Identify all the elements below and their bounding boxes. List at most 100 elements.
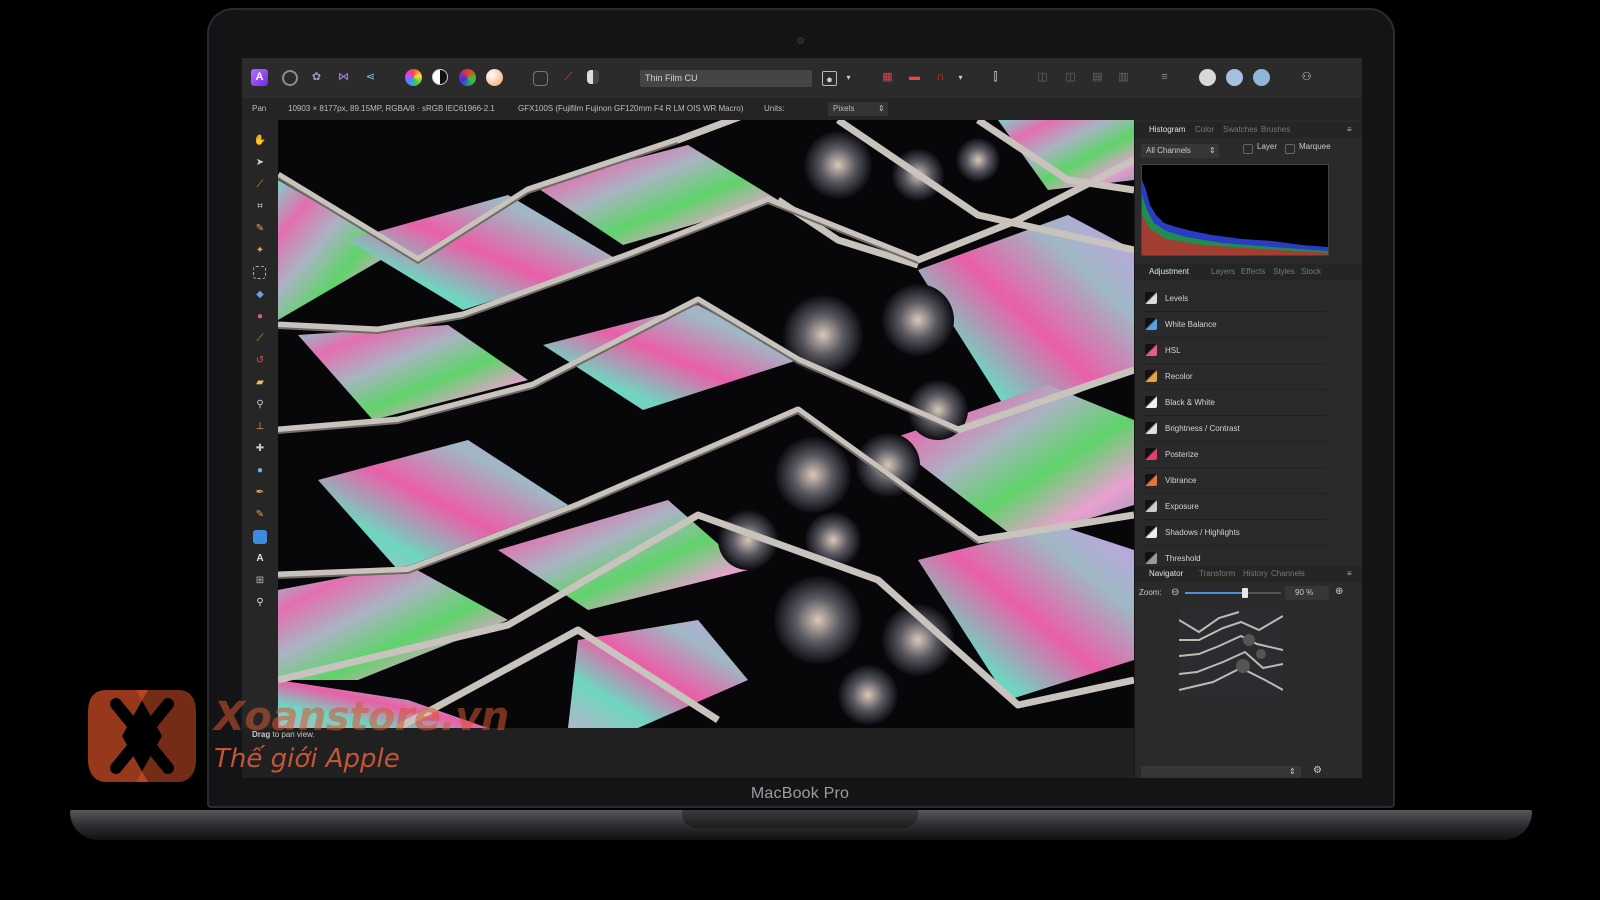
- tab-stock[interactable]: Stock: [1301, 264, 1321, 280]
- boolean-subtract-icon[interactable]: [1226, 69, 1243, 86]
- adjustment-thumbnail-icon: [1145, 422, 1157, 434]
- adjustment-item[interactable]: Shadows / Highlights: [1141, 520, 1327, 546]
- adjustment-item-label: Shadows / Highlights: [1165, 528, 1240, 537]
- rectangle-tool-icon[interactable]: [253, 530, 267, 544]
- mask-icon[interactable]: [587, 70, 599, 84]
- tab-layers[interactable]: Layers: [1211, 264, 1235, 280]
- style-field[interactable]: Thin Film CU: [640, 70, 812, 87]
- canvas[interactable]: [278, 120, 1134, 728]
- color-replacement-icon[interactable]: ↺: [253, 354, 267, 368]
- text-tool-icon[interactable]: A: [253, 552, 267, 566]
- color-picker-tool-icon[interactable]: ⟋: [253, 178, 267, 192]
- gradient-tool-icon[interactable]: ●: [253, 310, 267, 324]
- ungroup-icon[interactable]: ▥: [1115, 69, 1132, 86]
- healing-brush-icon[interactable]: ✚: [253, 442, 267, 456]
- liquify-persona-icon[interactable]: [282, 70, 298, 86]
- panel-menu-icon[interactable]: ≡: [1347, 566, 1352, 582]
- paint-brush-icon[interactable]: ⟋: [253, 332, 267, 346]
- rectangle-marquee-icon[interactable]: [253, 266, 266, 279]
- marquee-checkbox[interactable]: [1285, 144, 1295, 154]
- adjustment-thumbnail-icon: [1145, 474, 1157, 486]
- tab-transform[interactable]: Transform: [1199, 566, 1235, 582]
- adjustment-item[interactable]: Brightness / Contrast: [1141, 416, 1327, 442]
- adjustment-item[interactable]: Posterize: [1141, 442, 1327, 468]
- adjustment-thumbnail-icon: [1145, 526, 1157, 538]
- flood-select-icon[interactable]: ✦: [253, 244, 267, 258]
- group-icon[interactable]: ▤: [1089, 69, 1106, 86]
- chevron-down-icon[interactable]: ▾: [840, 69, 857, 86]
- auto-colors-icon[interactable]: [459, 69, 476, 86]
- develop-persona-icon[interactable]: ✿: [308, 69, 325, 86]
- zoom-in-icon[interactable]: ⊕: [1335, 586, 1343, 597]
- snapping-icon[interactable]: ●: [822, 71, 837, 86]
- assistant-icon[interactable]: ▦: [879, 69, 896, 86]
- zoom-slider[interactable]: [1185, 588, 1281, 598]
- tab-adjustment[interactable]: Adjustment: [1149, 264, 1189, 280]
- channel-select[interactable]: All Channels ⇕: [1141, 144, 1219, 158]
- auto-contrast-icon[interactable]: [432, 69, 448, 85]
- selection-brush-icon[interactable]: ✎: [253, 222, 267, 236]
- lens-info: GFX100S (Fujifilm Fujinon GF120mm F4 R L…: [518, 104, 744, 113]
- export-persona-icon[interactable]: ⋖: [362, 69, 379, 86]
- view-tool-icon[interactable]: ✋: [253, 134, 267, 148]
- xoanstore-logo-icon: [88, 690, 196, 782]
- zoom-tool-icon[interactable]: ⚲: [253, 596, 267, 610]
- adjustment-item-label: Black & White: [1165, 398, 1215, 407]
- units-select[interactable]: Pixels ⇕: [828, 102, 888, 116]
- mesh-warp-icon[interactable]: ⊞: [253, 574, 267, 588]
- navigator-tabs: Navigator Transform History Channels ≡: [1135, 566, 1362, 582]
- zoom-slider-thumb[interactable]: [1241, 588, 1248, 598]
- adjustment-item[interactable]: HSL: [1141, 338, 1327, 364]
- arrange-icon[interactable]: ⫿: [987, 69, 1004, 86]
- navigator-preview[interactable]: [1179, 610, 1283, 696]
- freehand-icon[interactable]: ✎: [253, 508, 267, 522]
- adjustment-item[interactable]: Vibrance: [1141, 468, 1327, 494]
- adjustment-item[interactable]: Recolor: [1141, 364, 1327, 390]
- color-picker-icon[interactable]: [405, 69, 422, 86]
- marquee-icon[interactable]: [533, 71, 548, 86]
- clone-brush-icon[interactable]: ⊥: [253, 420, 267, 434]
- tab-brushes[interactable]: Brushes: [1261, 122, 1290, 138]
- adjustment-item[interactable]: Black & White: [1141, 390, 1327, 416]
- tone-mapping-persona-icon[interactable]: ⋈: [335, 69, 352, 86]
- tab-history[interactable]: History: [1243, 566, 1268, 582]
- align-icon[interactable]: ≡: [1156, 69, 1173, 86]
- account-icon[interactable]: ⚇: [1298, 69, 1315, 86]
- photo-persona-icon[interactable]: A: [251, 69, 268, 86]
- adjustment-item[interactable]: White Balance: [1141, 312, 1327, 338]
- tab-styles[interactable]: Styles: [1273, 264, 1295, 280]
- tab-channels[interactable]: Channels: [1271, 566, 1305, 582]
- dodge-icon[interactable]: ⚲: [253, 398, 267, 412]
- tab-effects[interactable]: Effects: [1241, 264, 1265, 280]
- adjustment-item[interactable]: Levels: [1141, 286, 1327, 312]
- adjustment-item-label: HSL: [1165, 346, 1181, 355]
- blur-brush-icon[interactable]: ●: [253, 464, 267, 478]
- move-forward-icon[interactable]: ◫: [1034, 69, 1051, 86]
- adjustment-item[interactable]: Exposure: [1141, 494, 1327, 520]
- zoom-out-icon[interactable]: ⊖: [1171, 587, 1179, 598]
- tab-histogram[interactable]: Histogram: [1149, 122, 1185, 138]
- layer-checkbox[interactable]: [1243, 144, 1253, 154]
- quick-mask-icon[interactable]: ▬: [906, 69, 923, 86]
- flood-fill-icon[interactable]: ◆: [253, 288, 267, 302]
- erase-brush-icon[interactable]: ▰: [253, 376, 267, 390]
- zoom-value-field[interactable]: 90 %: [1285, 586, 1329, 600]
- pen-icon[interactable]: ⟋: [560, 69, 577, 86]
- brush-icon[interactable]: ∩: [932, 69, 949, 86]
- panel-menu-icon[interactable]: ≡: [1347, 122, 1352, 138]
- pen-tool-icon[interactable]: ✒: [253, 486, 267, 500]
- move-tool-icon[interactable]: ➤: [253, 156, 267, 170]
- tab-color[interactable]: Color: [1195, 122, 1214, 138]
- tab-navigator[interactable]: Navigator: [1149, 566, 1183, 582]
- layer-label: Layer: [1257, 142, 1278, 151]
- boolean-add-icon[interactable]: [1199, 69, 1216, 86]
- tab-swatches[interactable]: Swatches: [1223, 122, 1258, 138]
- gear-icon[interactable]: ⚙: [1313, 765, 1322, 776]
- crop-tool-icon[interactable]: ⌗: [253, 200, 267, 214]
- chevron-down-icon[interactable]: ▾: [952, 69, 969, 86]
- navigator-view-select[interactable]: ⇕: [1141, 766, 1301, 778]
- white-balance-icon[interactable]: [486, 69, 503, 86]
- move-back-icon[interactable]: ◫: [1062, 69, 1079, 86]
- boolean-intersect-icon[interactable]: [1253, 69, 1270, 86]
- device-label: MacBook Pro: [750, 785, 850, 802]
